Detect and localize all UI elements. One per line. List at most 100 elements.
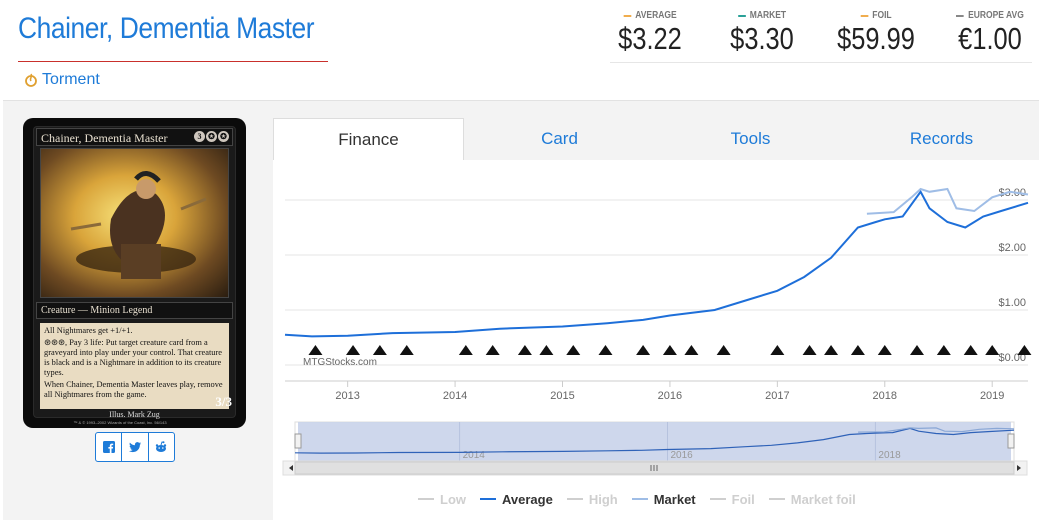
facebook-share-button[interactable] xyxy=(96,433,123,461)
set-symbol-icon xyxy=(824,345,839,355)
share-buttons xyxy=(95,432,175,462)
navigator-handle-left xyxy=(294,433,302,449)
price-foil: FOIL $59.99 xyxy=(826,10,926,57)
price-market: MARKET $3.30 xyxy=(712,10,812,57)
set-link[interactable]: Torment xyxy=(24,71,100,89)
price-label-text: MARKET xyxy=(749,10,787,21)
legend-item-high[interactable]: High xyxy=(566,490,618,508)
set-symbol-icon xyxy=(662,345,677,355)
navigator-tick-label: 2016 xyxy=(670,450,693,461)
set-symbol-icon xyxy=(963,345,978,355)
x-tick-label: 2013 xyxy=(335,390,359,402)
price-label: EUROPE AVG xyxy=(948,10,1033,21)
chart-legend: Low Average High Market Foil Market foil xyxy=(418,490,918,508)
mana-black-icon: ✪ xyxy=(218,131,229,142)
artwork-figure-icon xyxy=(70,171,207,279)
set-symbol-icon xyxy=(372,345,387,355)
navigator-selection xyxy=(298,422,1011,462)
legend-label: Market foil xyxy=(790,491,856,507)
price-summary: AVERAGE $3.22 MARKET $3.30 FOIL $59.99 EUROPE … xyxy=(600,10,1039,62)
card-artwork xyxy=(40,148,229,298)
legend-item-market-foil[interactable]: Market foil xyxy=(768,490,856,508)
detail-tabs: Finance Card Tools Records xyxy=(273,118,1039,160)
chart-watermark: MTGStocks.com xyxy=(303,357,377,368)
rules-line: ⊛⊛⊛, Pay 3 life: Put target creature car… xyxy=(44,338,222,377)
set-name[interactable]: Torment xyxy=(42,71,100,89)
tab-card[interactable]: Card xyxy=(464,118,655,160)
price-value: €1.00 xyxy=(958,21,1022,56)
price-europe-avg: EUROPE AVG €1.00 xyxy=(940,10,1039,57)
price-color-swatch xyxy=(860,14,869,17)
rules-line: When Chainer, Dementia Master leaves pla… xyxy=(44,380,223,399)
page-header: Chainer, Dementia Master Torment AVERAGE… xyxy=(0,0,1039,100)
price-value: $3.30 xyxy=(730,21,794,56)
set-symbol-icon xyxy=(909,345,924,355)
set-symbol-icon xyxy=(485,345,500,355)
set-symbol-icon xyxy=(539,345,554,355)
flame-icon xyxy=(25,73,37,87)
legend-label: High xyxy=(588,491,618,507)
price-average: AVERAGE $3.22 xyxy=(600,10,700,57)
set-symbol-icon xyxy=(636,345,651,355)
set-symbol-icon xyxy=(850,345,865,355)
price-color-swatch xyxy=(737,14,746,17)
navigator-tick-label: 2018 xyxy=(878,450,901,461)
price-label-text: AVERAGE xyxy=(635,10,677,21)
twitter-icon xyxy=(128,442,141,453)
rules-line: All Nightmares get +1/+1. xyxy=(44,326,133,335)
card-copyright: ™ & © 1993–2002 Wizards of the Coast, In… xyxy=(73,420,167,425)
legend-item-average[interactable]: Average xyxy=(480,490,553,508)
set-symbol-icon xyxy=(770,345,785,355)
card-rules-text: All Nightmares get +1/+1. ⊛⊛⊛, Pay 3 lif… xyxy=(40,323,229,409)
legend-label: Foil xyxy=(731,491,755,507)
facebook-icon xyxy=(102,441,115,453)
legend-swatch xyxy=(566,498,583,500)
set-symbol-icon xyxy=(458,345,473,355)
card-artist: Illus. Mark Zug xyxy=(109,410,160,419)
page-title: Chainer, Dementia Master xyxy=(18,12,315,45)
tab-records[interactable]: Records xyxy=(846,118,1037,160)
price-color-swatch xyxy=(623,14,631,17)
legend-label: Market xyxy=(653,491,696,507)
tab-finance[interactable]: Finance xyxy=(273,118,464,160)
price-color-swatch xyxy=(956,14,964,17)
set-symbol-icon xyxy=(936,345,951,355)
price-label-text: EUROPE AVG xyxy=(968,10,1024,21)
x-tick-label: 2018 xyxy=(873,390,897,402)
tab-tools[interactable]: Tools xyxy=(655,118,846,160)
card-name-text: Chainer, Dementia Master xyxy=(41,131,168,145)
x-tick-label: 2015 xyxy=(550,390,574,402)
legend-item-low[interactable]: Low xyxy=(418,490,466,508)
legend-item-foil[interactable]: Foil xyxy=(709,490,755,508)
reddit-share-button[interactable] xyxy=(149,433,174,461)
set-symbol-icon xyxy=(566,345,581,355)
set-symbol-icon xyxy=(346,345,361,355)
x-tick-label: 2019 xyxy=(980,390,1004,402)
twitter-share-button[interactable] xyxy=(122,433,149,461)
reddit-icon xyxy=(156,441,167,452)
legend-label: Low xyxy=(440,491,466,507)
price-label-text: FOIL xyxy=(872,10,892,21)
set-symbol-icon xyxy=(399,345,414,355)
set-symbol-icon xyxy=(598,345,613,355)
card-name-line: Chainer, Dementia Master 3 ✪ ✪ xyxy=(36,128,233,146)
set-symbol-icon xyxy=(877,345,892,355)
card-image[interactable]: Chainer, Dementia Master 3 ✪ ✪ Creature … xyxy=(23,118,246,428)
mana-cost: 3 ✪ ✪ xyxy=(194,131,229,142)
mana-generic-icon: 3 xyxy=(194,131,205,142)
set-symbol-icon xyxy=(684,345,699,355)
legend-swatch xyxy=(709,498,726,500)
y-tick-label: $2.00 xyxy=(998,242,1026,254)
price-chart-panel: $0.00 $1.00 $2.00 $3.00 2013 2014 2015 2016 2017… xyxy=(273,160,1039,520)
price-value: $59.99 xyxy=(837,21,915,56)
legend-swatch xyxy=(768,498,785,500)
x-tick-label: 2014 xyxy=(443,390,467,402)
price-value: $3.22 xyxy=(618,21,682,56)
set-symbol-icon xyxy=(985,345,1000,355)
y-tick-label: $1.00 xyxy=(998,297,1026,309)
set-symbol-icon xyxy=(1017,345,1032,355)
card-type-line: Creature — Minion Legend xyxy=(36,302,233,319)
price-label: AVERAGE xyxy=(608,10,693,21)
legend-item-market[interactable]: Market xyxy=(631,490,696,508)
legend-swatch xyxy=(480,498,496,500)
